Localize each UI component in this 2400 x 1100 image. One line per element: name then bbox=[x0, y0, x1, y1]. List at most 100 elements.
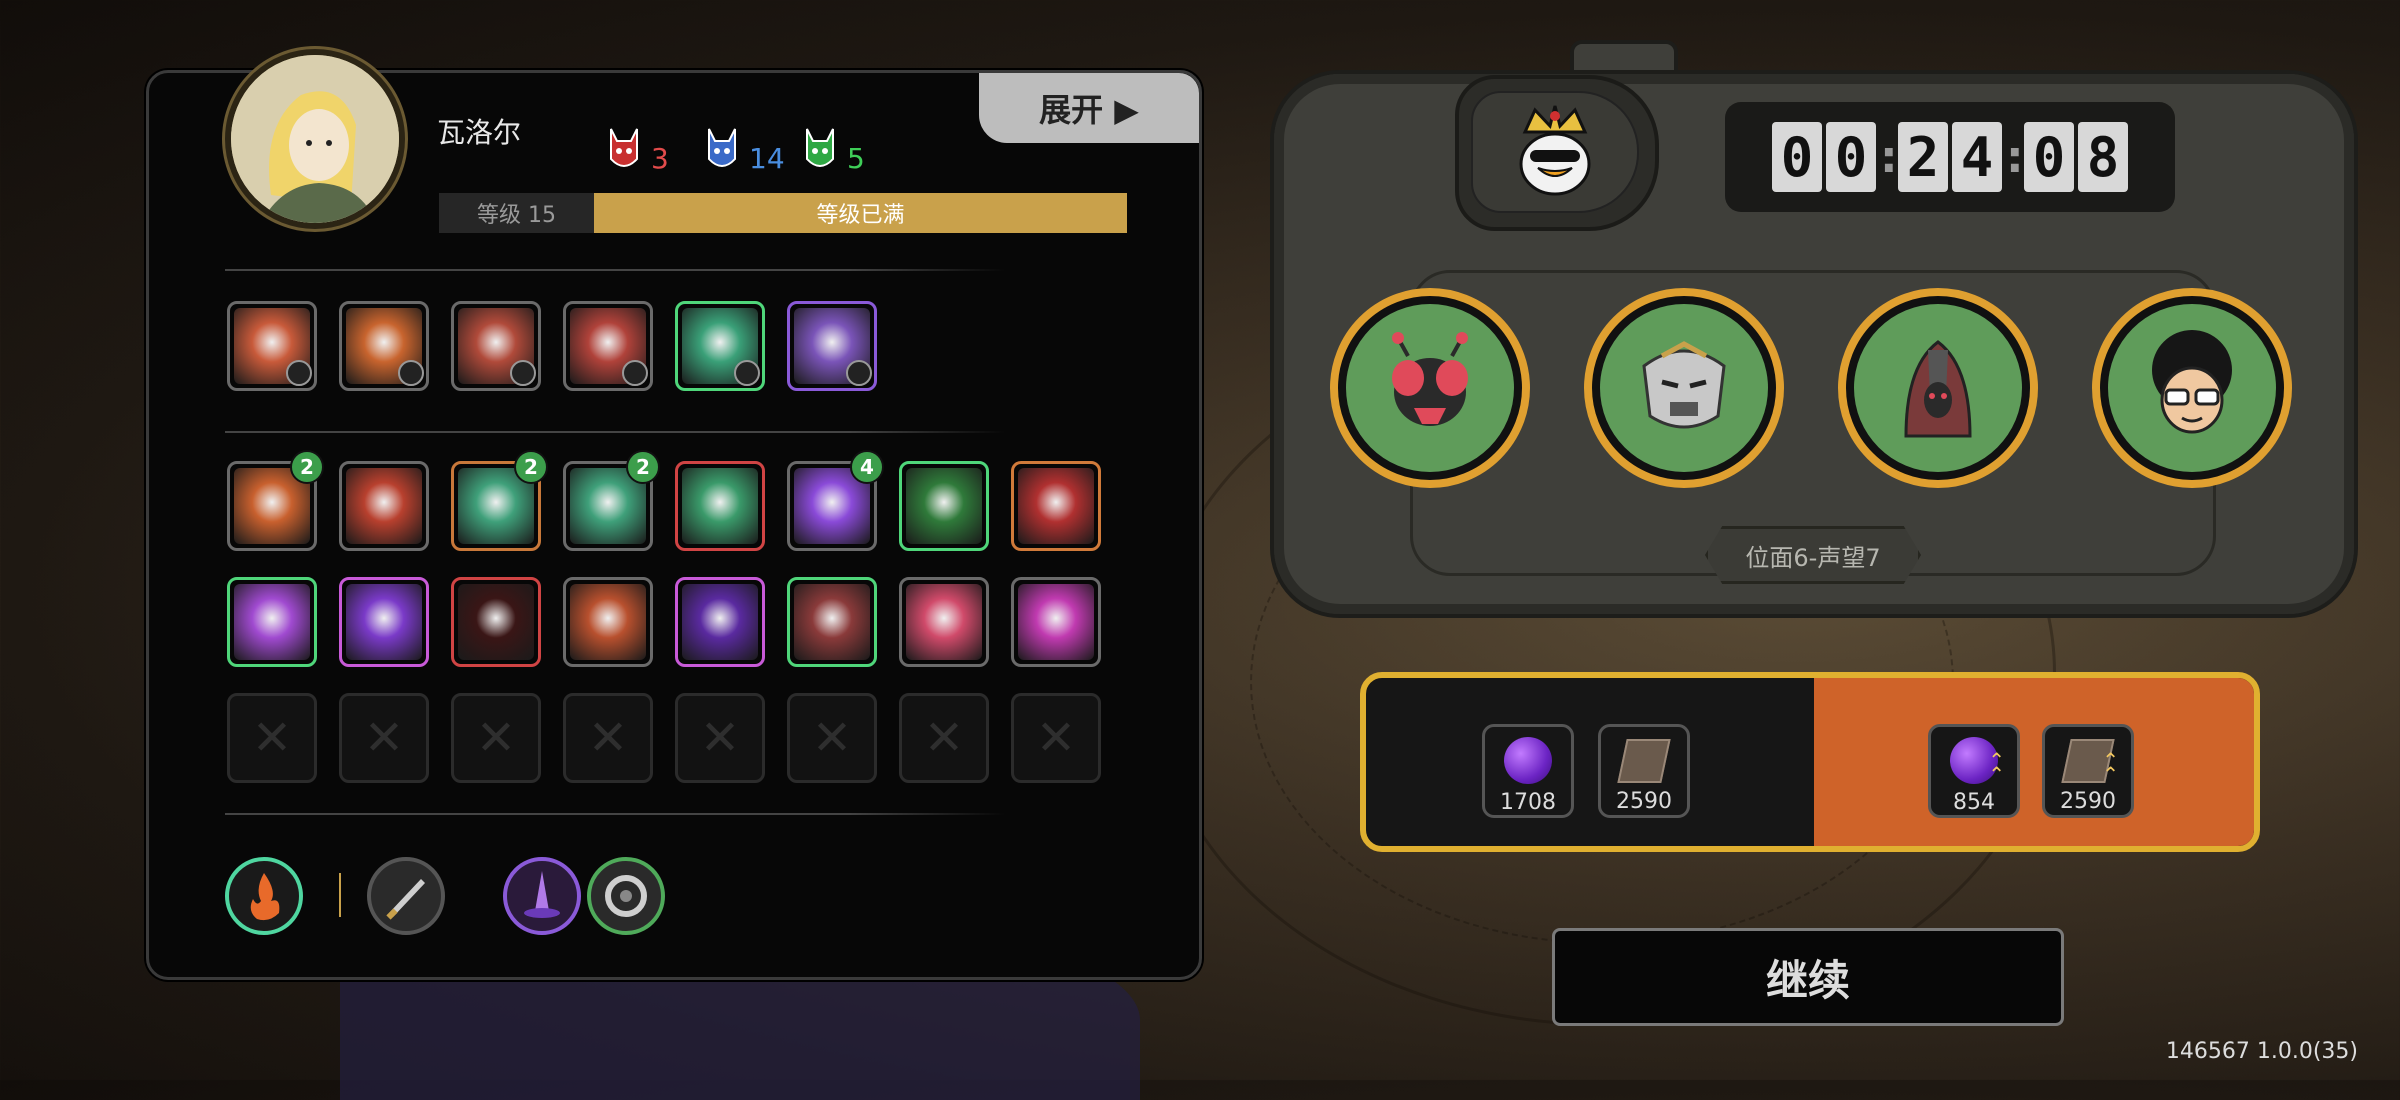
buff-row-1: 2 2 2 4 bbox=[227, 450, 1101, 551]
vortex-skill-icon[interactable] bbox=[451, 301, 541, 391]
divider bbox=[225, 269, 1005, 271]
icon-art bbox=[570, 584, 646, 660]
bonus-purple-gem-reward[interactable]: ⌃ ⌃ 854 bbox=[1928, 724, 2020, 818]
spike-trap-buff-icon[interactable]: 2 bbox=[451, 450, 548, 551]
green-mask-count: 5 bbox=[847, 142, 865, 175]
purple-spire-item-icon[interactable] bbox=[503, 857, 581, 935]
timer-digit: 0 bbox=[1772, 122, 1822, 192]
armored-knight-enemy-icon[interactable] bbox=[1584, 288, 1784, 488]
bonus-book-reward[interactable]: ⌃ ⌃ 2590 bbox=[2042, 724, 2134, 818]
red-mask-stat: 3 bbox=[607, 123, 669, 173]
arrow-up-skill-icon[interactable] bbox=[675, 301, 765, 391]
rarity-gem-icon bbox=[846, 360, 872, 386]
icon-art bbox=[906, 584, 982, 660]
icon-art bbox=[234, 584, 310, 660]
icon-art bbox=[1018, 468, 1094, 544]
fire-blade-buff-icon[interactable]: 2 bbox=[227, 450, 324, 551]
icon-art bbox=[682, 584, 758, 660]
green-mask-icon bbox=[806, 128, 834, 167]
level-label: 等级 15 bbox=[439, 193, 594, 233]
fire-orb-item-icon[interactable] bbox=[225, 857, 303, 935]
continue-button[interactable]: 继续 bbox=[1552, 928, 2064, 1026]
purple-gem-amount: 1708 bbox=[1500, 790, 1556, 815]
icon-art bbox=[346, 584, 422, 660]
armor-skill-icon[interactable] bbox=[563, 301, 653, 391]
item-separator bbox=[339, 873, 341, 917]
magenta-demon-buff-icon[interactable] bbox=[1011, 577, 1101, 667]
book-reward[interactable]: 2590 bbox=[1598, 724, 1690, 818]
flame-demon-skill-icon[interactable] bbox=[339, 301, 429, 391]
empty-slot: ✕ bbox=[451, 693, 541, 783]
character-avatar[interactable] bbox=[225, 49, 405, 229]
icon-art bbox=[346, 468, 422, 544]
bonus-reward-area bbox=[1814, 678, 2254, 846]
stack-count-badge: 2 bbox=[626, 450, 660, 484]
book-amount: 2590 bbox=[1616, 789, 1672, 814]
empty-slot: ✕ bbox=[899, 693, 989, 783]
red-cog-buff-icon[interactable] bbox=[451, 577, 541, 667]
reward-panel: 1708 2590 ⌃ ⌃ 854 ⌃ ⌃ 2590 bbox=[1360, 672, 2260, 852]
upgrade-arrow-icon: ⌃ ⌃ bbox=[1988, 748, 2005, 786]
stack-count-badge: 2 bbox=[514, 450, 548, 484]
icon-art bbox=[458, 584, 534, 660]
level-status: 等级已满 bbox=[594, 193, 1127, 233]
divider bbox=[225, 813, 1005, 815]
timer-colon: : bbox=[1880, 131, 1898, 183]
empty-slot-row: ✕ ✕ ✕ ✕ ✕ ✕ ✕ ✕ bbox=[227, 693, 1101, 783]
empty-slot: ✕ bbox=[563, 693, 653, 783]
version-label: 146567 1.0.0(35) bbox=[2165, 1039, 2358, 1064]
empty-slot: ✕ bbox=[787, 693, 877, 783]
radiant-burst-buff-icon[interactable]: 2 bbox=[563, 450, 660, 551]
green-bloom-buff-icon[interactable] bbox=[899, 461, 989, 551]
spear-volley-buff-icon[interactable] bbox=[675, 461, 765, 551]
crossed-blades-buff-icon[interactable] bbox=[787, 577, 877, 667]
boss-frame bbox=[1455, 75, 1659, 231]
hooded-cultist-enemy-icon[interactable] bbox=[1838, 288, 2038, 488]
elapsed-timer: 0 0 : 2 4 : 0 8 bbox=[1725, 102, 2175, 212]
flame-hand-buff-icon[interactable] bbox=[339, 461, 429, 551]
expand-button[interactable]: 展开 ▶ bbox=[979, 73, 1199, 143]
blue-mask-stat: 14 bbox=[705, 123, 785, 173]
timer-colon: : bbox=[2006, 131, 2024, 183]
bonus-book-amount: 2590 bbox=[2060, 789, 2116, 814]
divider bbox=[225, 431, 1005, 433]
bonus-purple-gem-amount: 854 bbox=[1953, 790, 1995, 815]
afro-glasses-enemy-icon[interactable] bbox=[2092, 288, 2292, 488]
purple-gem-reward[interactable]: 1708 bbox=[1482, 724, 1574, 818]
empty-slot: ✕ bbox=[1011, 693, 1101, 783]
void-beast-buff-icon[interactable] bbox=[675, 577, 765, 667]
buff-row-2 bbox=[227, 577, 1101, 667]
rarity-gem-icon bbox=[622, 360, 648, 386]
red-fang-buff-icon[interactable] bbox=[1011, 461, 1101, 551]
crescent-moon-buff-icon[interactable] bbox=[339, 577, 429, 667]
fire-pillar-buff-icon[interactable] bbox=[563, 577, 653, 667]
blue-mask-icon bbox=[708, 128, 736, 167]
rarity-gem-icon bbox=[734, 360, 760, 386]
stack-count-badge: 2 bbox=[290, 450, 324, 484]
level-bar: 等级 15 等级已满 bbox=[439, 193, 1127, 233]
icon-art bbox=[794, 584, 870, 660]
purple-gear-buff-icon[interactable] bbox=[227, 577, 317, 667]
battle-machine: 0 0 : 2 4 : 0 8 位面6-声望7 bbox=[1270, 40, 2358, 618]
rarity-gem-icon bbox=[510, 360, 536, 386]
dagger-item-icon[interactable] bbox=[367, 857, 445, 935]
red-mask-icon bbox=[610, 128, 638, 167]
shield-plate-skill-icon[interactable] bbox=[787, 301, 877, 391]
crowned-duck-boss-icon[interactable] bbox=[1471, 91, 1639, 213]
icon-art bbox=[682, 468, 758, 544]
red-bug-enemy-icon[interactable] bbox=[1330, 288, 1530, 488]
purple-gem-icon bbox=[1504, 737, 1552, 784]
silver-ring-item-icon[interactable] bbox=[587, 857, 665, 935]
claw-slash-skill-icon[interactable] bbox=[227, 301, 317, 391]
timer-digit: 4 bbox=[1952, 122, 2002, 192]
timer-digit: 2 bbox=[1898, 122, 1948, 192]
rarity-gem-icon bbox=[286, 360, 312, 386]
rose-portrait-buff-icon[interactable] bbox=[899, 577, 989, 667]
book-icon bbox=[1617, 739, 1671, 783]
upgrade-arrow-icon: ⌃ ⌃ bbox=[2102, 748, 2119, 786]
icon-art bbox=[906, 468, 982, 544]
player-name: 瓦洛尔 bbox=[437, 116, 522, 149]
pink-crystal-buff-icon[interactable]: 4 bbox=[787, 450, 884, 551]
empty-slot: ✕ bbox=[227, 693, 317, 783]
timer-digit: 8 bbox=[2078, 122, 2128, 192]
